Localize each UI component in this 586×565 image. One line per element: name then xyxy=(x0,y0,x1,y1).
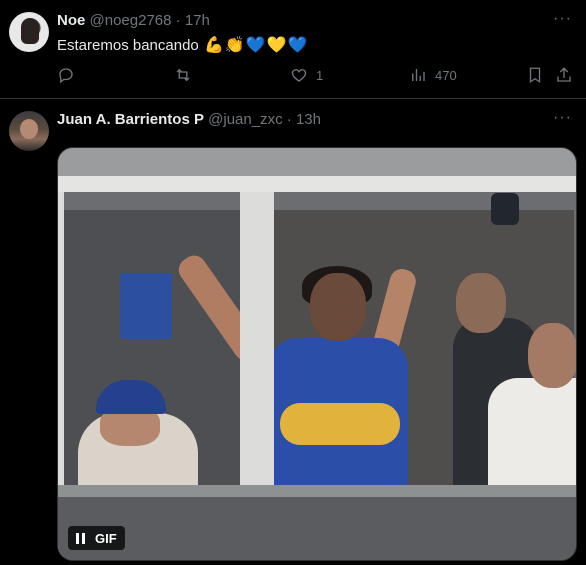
avatar[interactable] xyxy=(9,12,49,52)
blue-heart-emoji: 💙 xyxy=(245,37,266,54)
avatar[interactable] xyxy=(9,111,49,151)
share-icon xyxy=(557,67,571,82)
bookmark-button[interactable] xyxy=(526,66,544,84)
pause-icon[interactable] xyxy=(76,532,85,544)
gif-controls[interactable]: GIF xyxy=(68,526,125,550)
blue-heart-emoji: 💙 xyxy=(287,37,308,54)
spectator-white-head xyxy=(528,323,576,388)
tweet-text-body: Estaremos bancando xyxy=(57,37,199,54)
more-options-icon[interactable]: ··· xyxy=(553,109,572,127)
lower-glass xyxy=(58,497,576,560)
like-count: 1 xyxy=(316,67,324,83)
action-bar: 1 470 xyxy=(57,66,577,86)
separator: · xyxy=(286,111,292,128)
tweet-header: Noe @noeg2768 · 17h xyxy=(57,12,210,29)
tweet-juan[interactable]: Juan A. Barrientos P @juan_zxc · 13h ···… xyxy=(0,99,586,565)
timestamp[interactable]: 17h xyxy=(185,12,210,29)
timestamp[interactable]: 13h xyxy=(296,111,321,128)
security-camera xyxy=(491,193,519,225)
display-name[interactable]: Noe xyxy=(57,12,85,29)
window-sill xyxy=(58,485,576,497)
tweet-noe[interactable]: Noe @noeg2768 · 17h ··· Estaremos bancan… xyxy=(0,0,586,99)
share-button[interactable] xyxy=(555,66,573,84)
flexed-biceps-emoji: 💪 xyxy=(203,37,224,54)
gif-media[interactable]: GIF xyxy=(57,147,577,561)
more-options-icon[interactable]: ··· xyxy=(553,10,572,28)
retweet-button[interactable] xyxy=(174,66,192,84)
spectator-right-head xyxy=(456,273,506,333)
poster xyxy=(120,273,172,339)
yellow-heart-emoji: 💛 xyxy=(266,37,287,54)
tweet-header: Juan A. Barrientos P @juan_zxc · 13h xyxy=(57,111,321,128)
main-figure-head xyxy=(310,273,366,341)
display-name[interactable]: Juan A. Barrientos P xyxy=(57,111,204,128)
retweet-icon xyxy=(176,68,190,82)
views-count: 470 xyxy=(435,67,457,83)
reply-icon xyxy=(59,68,73,84)
views-icon xyxy=(412,69,425,81)
reply-button[interactable] xyxy=(57,66,75,84)
spectator-white-shirt xyxy=(488,378,576,498)
like-button[interactable]: 1 xyxy=(290,66,323,84)
views-button[interactable]: 470 xyxy=(409,66,457,84)
gif-badge: GIF xyxy=(95,530,117,546)
window-frame-top xyxy=(58,176,576,192)
tweet-text: Estaremos bancando 💪👏💙💛💙 xyxy=(57,35,308,55)
separator: · xyxy=(175,12,181,29)
bookmark-icon xyxy=(529,67,541,84)
user-handle[interactable]: @juan_zxc xyxy=(208,111,282,128)
clapping-hands-emoji: 👏 xyxy=(224,37,245,54)
user-handle[interactable]: @noeg2768 xyxy=(90,12,172,29)
heart-icon xyxy=(291,69,307,82)
jersey-stripe xyxy=(280,403,400,445)
